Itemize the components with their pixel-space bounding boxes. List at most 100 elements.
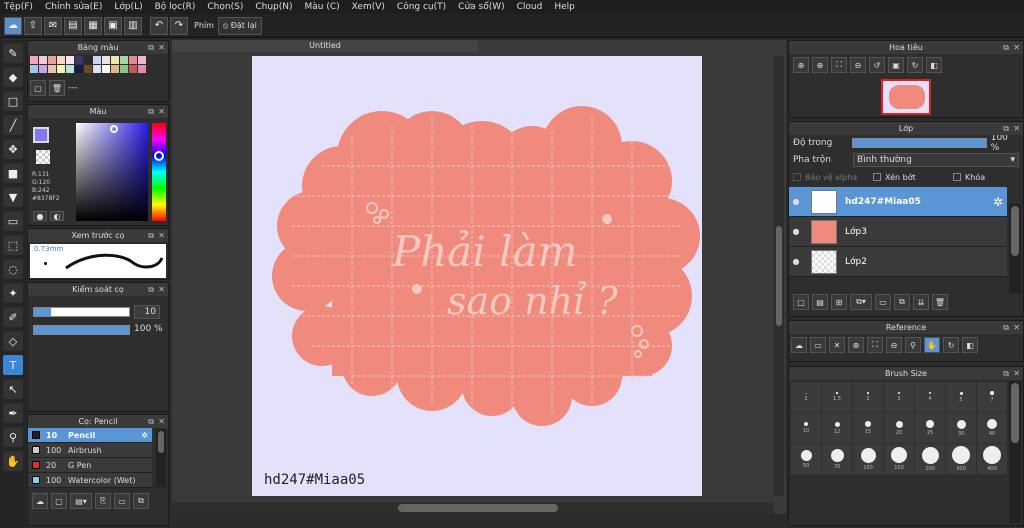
- eyedropper-icon[interactable]: ⚲: [3, 427, 23, 447]
- layer-opacity-slider[interactable]: [852, 138, 987, 148]
- menu-layer[interactable]: Lớp(L): [114, 2, 142, 12]
- brush-size-cell[interactable]: 4: [915, 382, 945, 412]
- color-mode-icon[interactable]: ●: [33, 211, 47, 221]
- popout-icon[interactable]: ⧉: [1003, 367, 1009, 380]
- comment-icon[interactable]: ▤: [64, 16, 82, 35]
- bucket-tool-icon[interactable]: ▼: [3, 187, 23, 207]
- close-icon[interactable]: ✕: [1013, 367, 1020, 380]
- actual-size-icon[interactable]: ▣: [888, 57, 904, 73]
- popout-icon[interactable]: ⧉: [148, 415, 154, 428]
- menu-select[interactable]: Chọn(S): [207, 2, 243, 12]
- visibility-icon[interactable]: ●: [789, 257, 803, 266]
- brush-size-cell[interactable]: 1: [791, 382, 821, 412]
- swatch[interactable]: [66, 56, 74, 64]
- layer-scrollbar[interactable]: [1009, 204, 1021, 294]
- select-eraser-icon[interactable]: ◇: [3, 331, 23, 351]
- new-layer-icon[interactable]: ▢: [793, 294, 809, 310]
- swatch[interactable]: [48, 56, 56, 64]
- brush-size-cell[interactable]: 40: [977, 413, 1007, 443]
- close-icon[interactable]: ✕: [1013, 41, 1020, 54]
- close-icon[interactable]: ✕: [158, 229, 165, 242]
- popout-icon[interactable]: ⧉: [148, 105, 154, 118]
- horizontal-scroll-thumb[interactable]: [398, 504, 558, 512]
- menu-cloud[interactable]: Cloud: [517, 2, 543, 12]
- brush-item-gpen[interactable]: 20 G Pen: [28, 458, 152, 473]
- brush-size-cell[interactable]: 12: [822, 413, 852, 443]
- brush-size-cell[interactable]: 3: [884, 382, 914, 412]
- clipping-checkbox[interactable]: [873, 173, 881, 181]
- swatch[interactable]: [30, 56, 38, 64]
- transparent-color-swatch[interactable]: [36, 150, 50, 164]
- swatch[interactable]: [84, 56, 92, 64]
- pen-tool-icon[interactable]: ✒: [3, 403, 23, 423]
- duplicate-brush-icon[interactable]: ⧉: [133, 493, 149, 509]
- swatch[interactable]: [57, 65, 65, 73]
- move-tool-icon[interactable]: ✥: [3, 139, 23, 159]
- brush-menu-icon[interactable]: ▤▾: [70, 493, 92, 509]
- brush-size-cell[interactable]: 30: [946, 413, 976, 443]
- brush-opacity-slider[interactable]: [33, 325, 130, 335]
- rotate-icon[interactable]: ↻: [943, 337, 959, 353]
- menu-help[interactable]: Help: [554, 2, 575, 12]
- swatch[interactable]: [57, 56, 65, 64]
- folder-brush-icon[interactable]: ▭: [114, 493, 130, 509]
- menu-window[interactable]: Cửa sổ(W): [458, 2, 504, 12]
- rotate-right-icon[interactable]: ↻: [907, 57, 923, 73]
- swatch[interactable]: [39, 56, 47, 64]
- brush-size-cell[interactable]: 400: [977, 444, 1007, 474]
- swatch[interactable]: [138, 56, 146, 64]
- document-tab[interactable]: Untitled: [172, 40, 478, 52]
- close-icon[interactable]: ✕: [158, 415, 165, 428]
- sv-cursor[interactable]: [110, 125, 118, 133]
- brush-size-cell[interactable]: 2: [853, 382, 883, 412]
- brush-item-airbrush[interactable]: 100 Airbrush: [28, 443, 152, 458]
- brush-size-cell[interactable]: 200: [915, 444, 945, 474]
- lock-checkbox[interactable]: [953, 173, 961, 181]
- popout-icon[interactable]: ⧉: [148, 283, 154, 296]
- swatch[interactable]: [48, 65, 56, 73]
- open-folder-icon[interactable]: ▭: [810, 337, 826, 353]
- horizontal-scrollbar[interactable]: [172, 502, 774, 514]
- popout-icon[interactable]: ⧉: [1003, 122, 1009, 135]
- hue-slider[interactable]: [152, 123, 166, 221]
- swatch[interactable]: [93, 56, 101, 64]
- menu-tools[interactable]: Công cụ(T): [397, 2, 446, 12]
- eraser-tool-icon[interactable]: ◆: [3, 67, 23, 87]
- swatch[interactable]: [30, 65, 38, 73]
- fit-icon[interactable]: ⛶: [867, 337, 883, 353]
- brush-size-cell[interactable]: 10: [791, 413, 821, 443]
- line-tool-icon[interactable]: ╱: [3, 115, 23, 135]
- folder-icon[interactable]: ▭: [875, 294, 891, 310]
- duplicate-layer-icon[interactable]: ⧉: [894, 294, 910, 310]
- brush-size-value[interactable]: 10: [134, 305, 160, 319]
- cloud-icon[interactable]: ☁: [4, 16, 22, 35]
- close-icon[interactable]: ✕: [1013, 321, 1020, 334]
- swatch[interactable]: [84, 65, 92, 73]
- menu-view[interactable]: Xem(V): [352, 2, 385, 12]
- new-halftone-layer-icon[interactable]: ▤: [812, 294, 828, 310]
- zoom-in-icon[interactable]: ⊕: [848, 337, 864, 353]
- swatch[interactable]: [75, 65, 83, 73]
- flip-icon[interactable]: ◧: [926, 57, 942, 73]
- visibility-icon[interactable]: ●: [789, 227, 803, 236]
- vertical-scroll-thumb[interactable]: [776, 226, 782, 326]
- visibility-icon[interactable]: ●: [789, 197, 803, 206]
- delete-palette-icon[interactable]: 🗑: [49, 80, 65, 96]
- zoom-out-icon[interactable]: ⊖: [850, 57, 866, 73]
- brush-size-cell[interactable]: 5: [946, 382, 976, 412]
- popout-icon[interactable]: ⧉: [148, 41, 154, 54]
- popout-icon[interactable]: ⧉: [1003, 321, 1009, 334]
- zoom-icon[interactable]: ⊕: [793, 57, 809, 73]
- gear-icon[interactable]: ✲: [141, 431, 148, 440]
- layers-icon[interactable]: ▣: [104, 16, 122, 35]
- close-icon[interactable]: ✕: [158, 41, 165, 54]
- eyedropper-icon[interactable]: ⚲: [905, 337, 921, 353]
- brush-list-scrollbar[interactable]: [156, 429, 166, 487]
- copy-brush-icon[interactable]: ⎘: [95, 493, 111, 509]
- popout-icon[interactable]: ⧉: [148, 229, 154, 242]
- new-palette-icon[interactable]: ▢: [30, 80, 46, 96]
- brush-size-cell[interactable]: 20: [884, 413, 914, 443]
- magic-wand-icon[interactable]: ✦: [3, 283, 23, 303]
- menu-file[interactable]: Tệp(F): [4, 2, 33, 12]
- fit-icon[interactable]: ⛶: [831, 57, 847, 73]
